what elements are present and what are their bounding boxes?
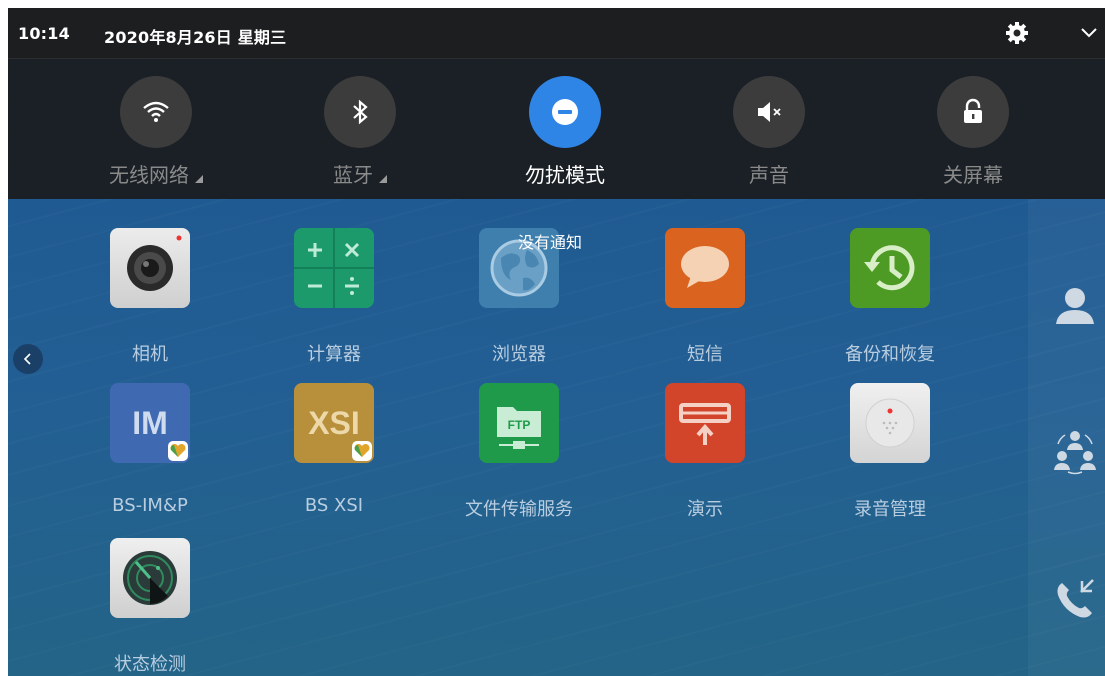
calculator-icon: [294, 228, 374, 308]
ftp-text: FTP: [508, 418, 531, 432]
toggle-bluetooth[interactable]: 蓝牙: [280, 76, 440, 188]
notification-shade: 10:14 2020年8月26日 星期三 无线网络 蓝牙 勿扰模式 声音 关屏幕: [8, 8, 1105, 199]
app-bs-xsi[interactable]: XSI BS XSI: [254, 383, 414, 533]
app-label: 演示: [687, 499, 723, 520]
bluetooth-icon: [324, 76, 396, 148]
qs-label: 声音: [749, 163, 789, 187]
app-label: BS XSI: [304, 495, 364, 516]
recorder-icon: [850, 383, 930, 463]
radar-icon: [110, 538, 190, 618]
message-bubble-icon: [665, 228, 745, 308]
do-not-disturb-icon: [529, 76, 601, 148]
call-transfer-icon[interactable]: [1048, 573, 1102, 627]
app-bs-imp[interactable]: IM BS-IM&P: [70, 383, 230, 533]
home-screen: 相机 计算器 浏览器 短信 备份和恢复 IM BS-IM&P XSI BS XS…: [8, 8, 1105, 676]
app-label: 浏览器: [492, 344, 546, 365]
app-status-check[interactable]: 状态检测: [70, 538, 230, 676]
wifi-icon: [120, 76, 192, 148]
chevron-down-icon[interactable]: [1078, 22, 1100, 44]
app-file-transfer[interactable]: FTP 文件传输服务: [439, 383, 599, 533]
dropdown-triangle-icon: [379, 175, 387, 183]
xsi-icon-text: XSI: [308, 404, 360, 441]
app-label: BS-IM&P: [112, 495, 188, 516]
contact-icon[interactable]: [1048, 278, 1102, 332]
toggle-wifi[interactable]: 无线网络: [76, 76, 236, 188]
app-presentation[interactable]: 演示: [625, 383, 785, 533]
qs-label: 蓝牙: [280, 159, 440, 188]
presentation-icon: [665, 383, 745, 463]
qs-label: 无线网络: [76, 159, 236, 188]
previous-page-button[interactable]: [13, 344, 43, 374]
qs-label: 关屏幕: [943, 163, 1003, 187]
camera-icon: [110, 228, 190, 308]
app-camera[interactable]: 相机: [70, 228, 230, 378]
app-backup[interactable]: 备份和恢复: [810, 228, 970, 378]
date: 2020年8月26日 星期三: [104, 28, 287, 47]
heart-badge-icon: [168, 441, 188, 461]
xsi-icon: XSI: [294, 383, 374, 463]
backup-restore-icon: [850, 228, 930, 308]
toggle-do-not-disturb[interactable]: 勿扰模式: [485, 76, 645, 187]
app-label: 状态检测: [114, 654, 186, 675]
app-recorder[interactable]: 录音管理: [810, 383, 970, 533]
app-label: 录音管理: [854, 499, 926, 520]
status-bar: 10:14 2020年8月26日 星期三: [8, 8, 1105, 59]
clock: 10:14: [18, 24, 70, 43]
dropdown-triangle-icon: [195, 175, 203, 183]
im-icon: IM: [110, 383, 190, 463]
toggle-sound[interactable]: 声音: [689, 76, 849, 187]
qs-label: 勿扰模式: [525, 163, 605, 187]
chevron-left-icon: [23, 353, 31, 365]
app-label: 相机: [132, 344, 168, 365]
app-label: 短信: [687, 344, 723, 365]
app-label: 计算器: [307, 344, 361, 365]
app-calculator[interactable]: 计算器: [254, 228, 414, 378]
speaker-mute-icon: [733, 76, 805, 148]
padlock-icon: [937, 76, 1009, 148]
app-label: 文件传输服务: [465, 499, 573, 520]
app-sms[interactable]: 短信: [625, 228, 785, 378]
heart-badge-icon: [352, 441, 372, 461]
no-notifications-text: 没有通知: [518, 233, 583, 252]
app-label: 备份和恢复: [845, 344, 935, 365]
toggle-screen-off[interactable]: 关屏幕: [893, 76, 1053, 187]
im-icon-text: IM: [132, 404, 168, 441]
gear-icon[interactable]: [1004, 20, 1030, 46]
ftp-folder-icon: FTP: [479, 383, 559, 463]
group-icon[interactable]: [1048, 424, 1102, 478]
